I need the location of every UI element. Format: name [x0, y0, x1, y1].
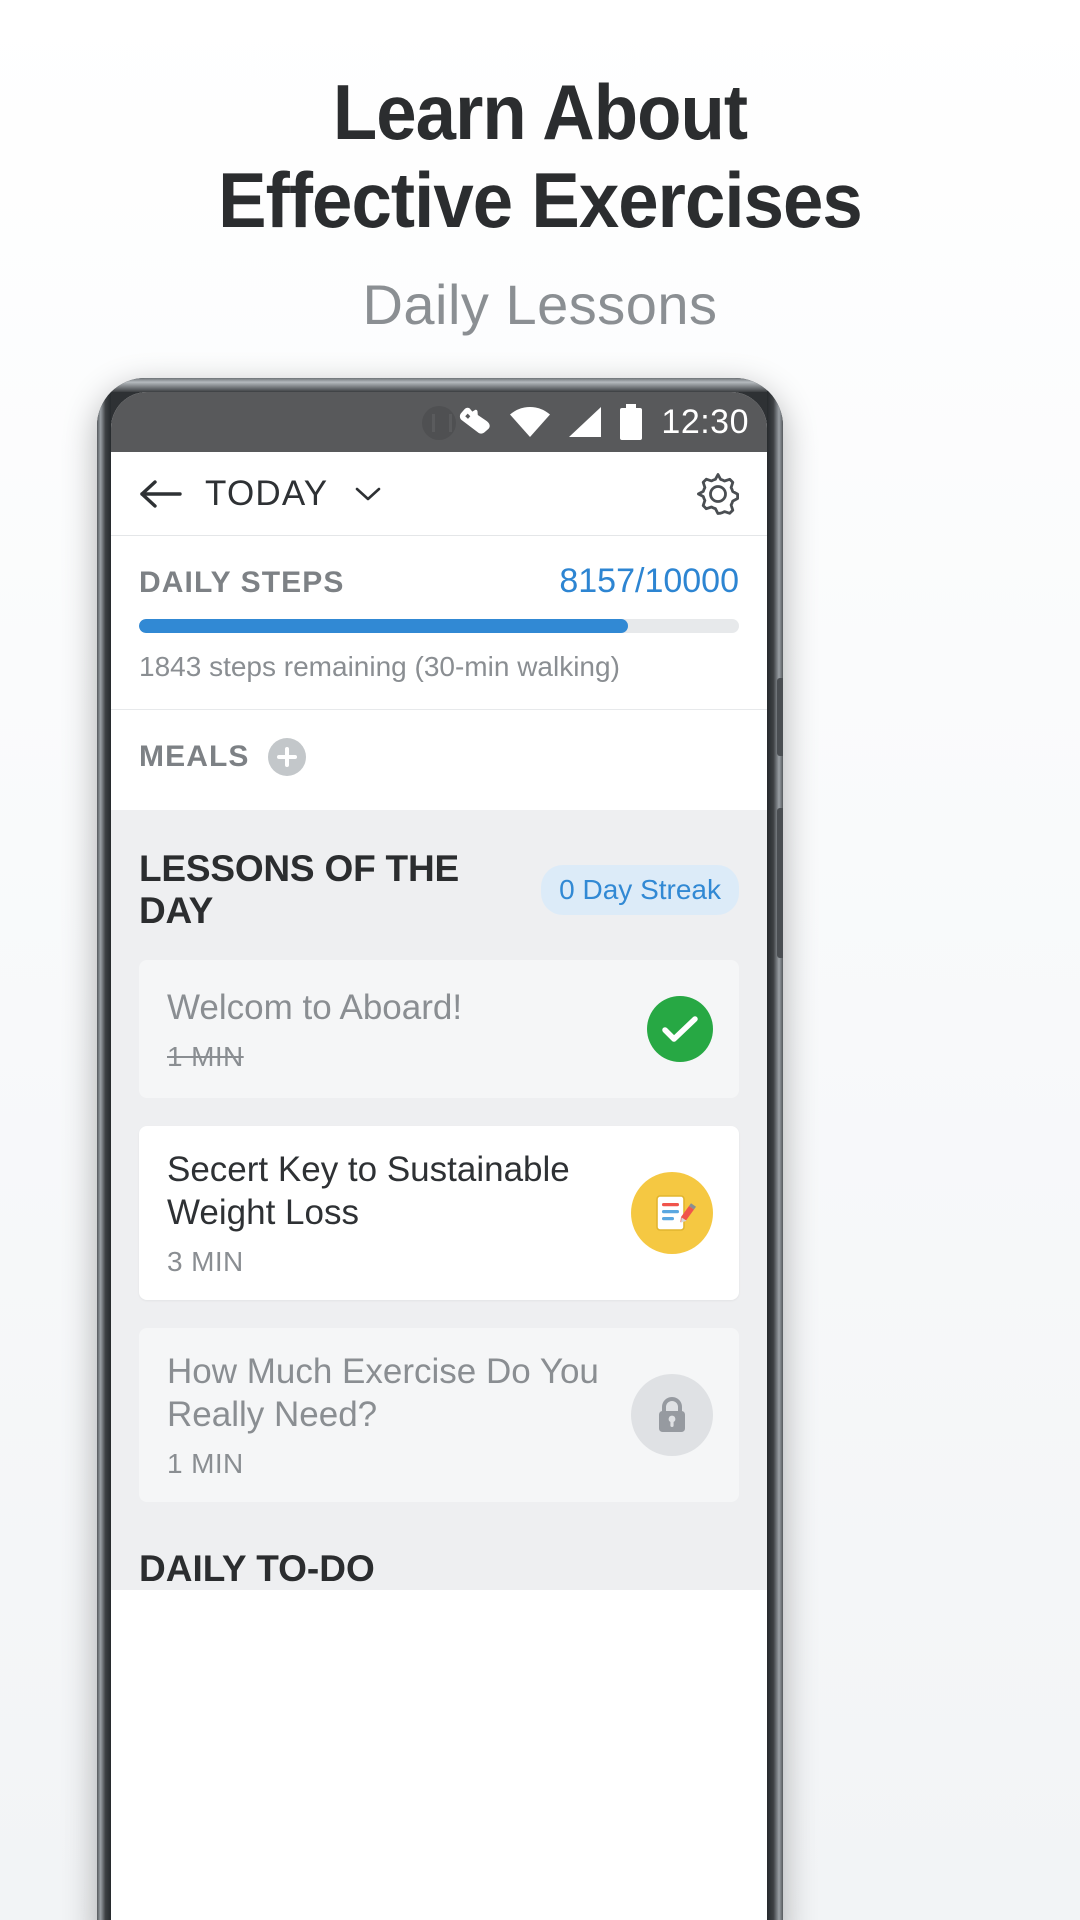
shoe-icon — [460, 407, 491, 434]
promo-title-line-1: Learn About — [332, 68, 748, 156]
note-pencil-icon — [631, 1172, 713, 1254]
phone-edge-right — [767, 378, 783, 1920]
chevron-down-icon[interactable] — [354, 485, 382, 503]
lessons-section: LESSONS OF THE DAY 0 Day Streak Welcom t… — [111, 810, 767, 1590]
promo-subtitle: Daily Lessons — [362, 273, 718, 336]
signal-icon — [569, 407, 602, 437]
lesson-duration: 1 MIN — [167, 1448, 244, 1479]
camera-icon — [422, 406, 456, 440]
lessons-header: LESSONS OF THE DAY 0 Day Streak — [139, 848, 739, 932]
phone-edge-left — [97, 378, 111, 1920]
lessons-title: LESSONS OF THE DAY — [139, 848, 459, 931]
app-bar-title[interactable]: TODAY — [205, 474, 328, 514]
power-button[interactable] — [777, 678, 783, 756]
daily-steps-card[interactable]: DAILY STEPS 8157/10000 1843 steps remain… — [111, 536, 767, 709]
steps-progress-fill — [139, 619, 629, 633]
steps-progress-bar — [139, 619, 739, 633]
app-bar: TODAY — [111, 452, 767, 536]
phone-top-bezel — [97, 378, 783, 392]
lesson-duration: 3 MIN — [167, 1246, 244, 1277]
check-circle-icon — [647, 996, 713, 1062]
daily-todo-title: DAILY TO-DO — [139, 1548, 375, 1589]
daily-steps-count: 8157/10000 — [559, 562, 739, 600]
meals-label: MEALS — [139, 740, 250, 773]
list-item[interactable]: How Much Exercise Do You Really Need? 1 … — [139, 1328, 739, 1502]
lesson-title: How Much Exercise Do You Really Need? — [167, 1352, 599, 1434]
screenshot-root: Learn About Effective Exercises Daily Le… — [0, 0, 1080, 1920]
phone-mockup: 12:30 TODAY DAILY STEPS 8157/10000 1843 … — [97, 378, 783, 1920]
meals-row: MEALS — [111, 710, 767, 810]
lesson-text: How Much Exercise Do You Really Need? 1 … — [167, 1350, 631, 1480]
promo-header: Learn About Effective Exercises Daily Le… — [0, 0, 1080, 337]
list-item[interactable]: Welcom to Aboard! 1 MIN — [139, 960, 739, 1098]
battery-icon — [620, 404, 643, 440]
lesson-title: Secert Key to Sustainable Weight Loss — [167, 1150, 570, 1232]
daily-steps-label: DAILY STEPS — [139, 566, 345, 599]
list-item[interactable]: Secert Key to Sustainable Weight Loss 3 … — [139, 1126, 739, 1300]
daily-steps-row: DAILY STEPS 8157/10000 — [139, 562, 739, 601]
steps-remaining-text: 1843 steps remaining (30-min walking) — [139, 651, 620, 682]
back-arrow-icon[interactable] — [139, 477, 183, 511]
page-title: Learn About Effective Exercises — [38, 68, 1042, 244]
lesson-title: Welcom to Aboard! — [167, 987, 463, 1027]
lesson-text: Welcom to Aboard! 1 MIN — [167, 986, 647, 1073]
lock-icon — [631, 1374, 713, 1456]
status-bar-time: 12:30 — [661, 402, 749, 441]
gear-icon[interactable] — [695, 471, 741, 517]
plus-icon[interactable] — [267, 738, 306, 776]
status-bar: 12:30 — [111, 392, 767, 452]
status-badge: 0 Day Streak — [541, 865, 739, 915]
phone-screen: 12:30 TODAY DAILY STEPS 8157/10000 1843 … — [111, 392, 767, 1920]
wifi-icon — [510, 407, 551, 437]
promo-title-line-2: Effective Exercises — [218, 156, 863, 244]
volume-button[interactable] — [777, 808, 783, 958]
lesson-duration: 1 MIN — [167, 1040, 244, 1072]
lesson-text: Secert Key to Sustainable Weight Loss 3 … — [167, 1148, 631, 1278]
